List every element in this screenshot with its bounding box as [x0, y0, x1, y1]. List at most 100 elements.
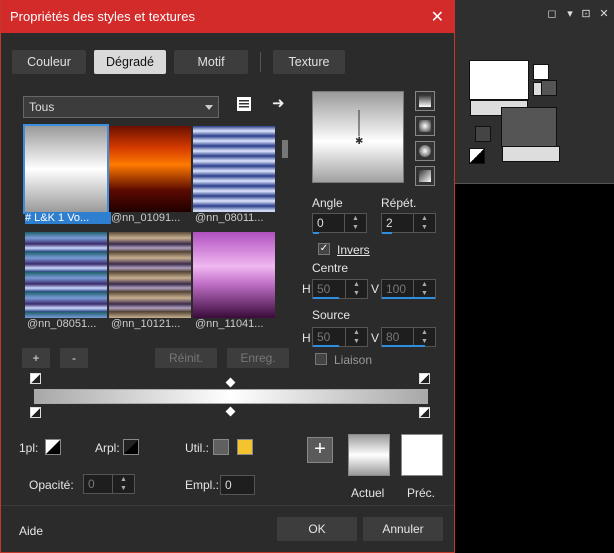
- color-midpoint[interactable]: [225, 406, 236, 417]
- gradient-thumb-4[interactable]: [25, 232, 107, 318]
- link-checkbox[interactable]: [315, 353, 327, 365]
- gradient-label-6: @nn_11041...: [195, 318, 264, 330]
- svg-text:✱: ✱: [355, 136, 363, 147]
- help-label[interactable]: Aide: [19, 524, 43, 538]
- tab-separator: [260, 52, 261, 72]
- cancel-button[interactable]: Annuler: [363, 517, 443, 541]
- center-v-field[interactable]: 100 ▲ ▼: [381, 279, 436, 299]
- center-v-spinner-icon[interactable]: ▲ ▼: [413, 280, 435, 298]
- center-h-spinner-icon[interactable]: ▲ ▼: [345, 280, 367, 298]
- tab-couleur[interactable]: Couleur: [12, 50, 86, 74]
- center-h-slider[interactable]: [313, 297, 339, 299]
- gradient-editor-bar[interactable]: [34, 389, 428, 404]
- style-linear-button[interactable]: [415, 91, 435, 111]
- gradient-preview[interactable]: ✱: [312, 91, 404, 183]
- invert-checkbox[interactable]: ✓: [318, 243, 330, 255]
- tab-degrade[interactable]: Dégradé: [94, 50, 166, 74]
- add-swatch-button[interactable]: +: [307, 437, 333, 463]
- opacity-stop-left[interactable]: [30, 373, 41, 384]
- reset-colors-icon[interactable]: [469, 148, 485, 164]
- gradient-thumb-5[interactable]: [109, 232, 191, 318]
- bg-style-buttons[interactable]: [502, 146, 560, 162]
- source-v-field[interactable]: 80 ▲ ▼: [381, 327, 436, 347]
- float-icon[interactable]: ⊡: [580, 8, 592, 20]
- remove-gradient-button[interactable]: -: [60, 348, 88, 368]
- ok-button[interactable]: OK: [277, 517, 357, 541]
- current-preview[interactable]: [348, 434, 390, 476]
- tab-motif[interactable]: Motif: [174, 50, 248, 74]
- source-h-value: 50: [317, 330, 331, 344]
- source-h-spinner-icon[interactable]: ▲ ▼: [345, 328, 367, 346]
- location-label: Empl.:: [185, 478, 220, 492]
- repeat-slider[interactable]: [382, 232, 392, 234]
- opacity-label: Opacité:: [29, 478, 74, 492]
- source-v-label: V: [371, 331, 380, 345]
- close-icon[interactable]: ✕: [431, 7, 444, 27]
- dialog-title: Propriétés des styles et textures: [10, 9, 195, 24]
- library-icon[interactable]: [236, 96, 252, 116]
- pin-icon[interactable]: ▾: [564, 8, 576, 20]
- swap-colors-icon[interactable]: [475, 126, 491, 142]
- back-plane-swatch[interactable]: [123, 439, 139, 455]
- gradient-scrollbar[interactable]: [281, 128, 289, 324]
- angle-slider[interactable]: [313, 232, 319, 234]
- gradient-thumb-2[interactable]: [109, 126, 191, 212]
- angle-label: Angle: [312, 196, 343, 210]
- reset-button[interactable]: Réinit.: [155, 348, 217, 368]
- source-h-slider[interactable]: [313, 345, 339, 347]
- opacity-field[interactable]: 0 ▲ ▼: [83, 474, 135, 494]
- center-label: Centre: [312, 261, 349, 275]
- opacity-midpoint[interactable]: [225, 377, 236, 388]
- center-h-label: H: [302, 282, 311, 296]
- user-color-swatch-a[interactable]: [213, 439, 229, 455]
- invert-label: Invers: [337, 243, 370, 257]
- user-color-swatch-b[interactable]: [237, 439, 253, 455]
- location-field[interactable]: 0: [220, 475, 255, 495]
- category-select[interactable]: Tous: [23, 96, 219, 118]
- link-label: Liaison: [334, 353, 373, 367]
- angle-value: 0: [317, 216, 324, 230]
- opacity-stop-right[interactable]: [419, 373, 430, 384]
- restore-icon[interactable]: ◻: [546, 8, 558, 20]
- opacity-spinner-icon[interactable]: ▲ ▼: [112, 475, 134, 493]
- tab-texture[interactable]: Texture: [273, 50, 345, 74]
- style-sunburst-button[interactable]: [415, 166, 435, 186]
- angle-spinner-icon[interactable]: ▲ ▼: [344, 214, 366, 232]
- styles-textures-dialog: Propriétés des styles et textures ✕ Coul…: [0, 0, 455, 553]
- back-plane-label: Arpl:: [95, 441, 120, 455]
- center-v-slider[interactable]: [382, 297, 435, 299]
- source-v-slider[interactable]: [382, 345, 425, 347]
- gradient-thumb-3[interactable]: [193, 126, 275, 212]
- footer-divider: [1, 505, 454, 506]
- style-rectangular-button[interactable]: [415, 116, 435, 136]
- color-stop-right[interactable]: [419, 407, 430, 418]
- panel-close-icon[interactable]: ✕: [598, 8, 610, 20]
- source-v-spinner-icon[interactable]: ▲ ▼: [413, 328, 435, 346]
- arrow-right-icon[interactable]: ➜: [272, 94, 285, 112]
- opacity-value: 0: [88, 477, 95, 491]
- angle-field[interactable]: 0 ▲ ▼: [312, 213, 367, 233]
- gradient-thumb-6[interactable]: [193, 232, 275, 318]
- repeat-spinner-icon[interactable]: ▲ ▼: [413, 214, 435, 232]
- repeat-value: 2: [386, 216, 393, 230]
- first-plane-label: 1pl:: [19, 441, 39, 455]
- panel-toolbar: ◻ ▾ ⊡ ✕: [453, 0, 614, 30]
- center-h-field[interactable]: 50 ▲ ▼: [312, 279, 368, 299]
- color-stop-left[interactable]: [30, 407, 41, 418]
- background-swatch[interactable]: [501, 107, 557, 147]
- source-h-field[interactable]: 50 ▲ ▼: [312, 327, 368, 347]
- bg-small-swatch[interactable]: [541, 80, 557, 96]
- repeat-field[interactable]: 2 ▲ ▼: [381, 213, 436, 233]
- gradient-thumb-1[interactable]: [23, 124, 109, 214]
- style-radial-button[interactable]: [415, 141, 435, 161]
- add-gradient-button[interactable]: +: [22, 348, 50, 368]
- fg-small-swatch[interactable]: [533, 64, 549, 80]
- repeat-label: Répét.: [381, 196, 417, 210]
- scrollbar-thumb[interactable]: [282, 140, 288, 158]
- first-plane-swatch[interactable]: [45, 439, 61, 455]
- save-button[interactable]: Enreg.: [227, 348, 289, 368]
- chevron-down-icon: [205, 105, 213, 110]
- foreground-swatch[interactable]: [469, 60, 529, 100]
- previous-preview[interactable]: [401, 434, 443, 476]
- location-value: 0: [225, 478, 232, 492]
